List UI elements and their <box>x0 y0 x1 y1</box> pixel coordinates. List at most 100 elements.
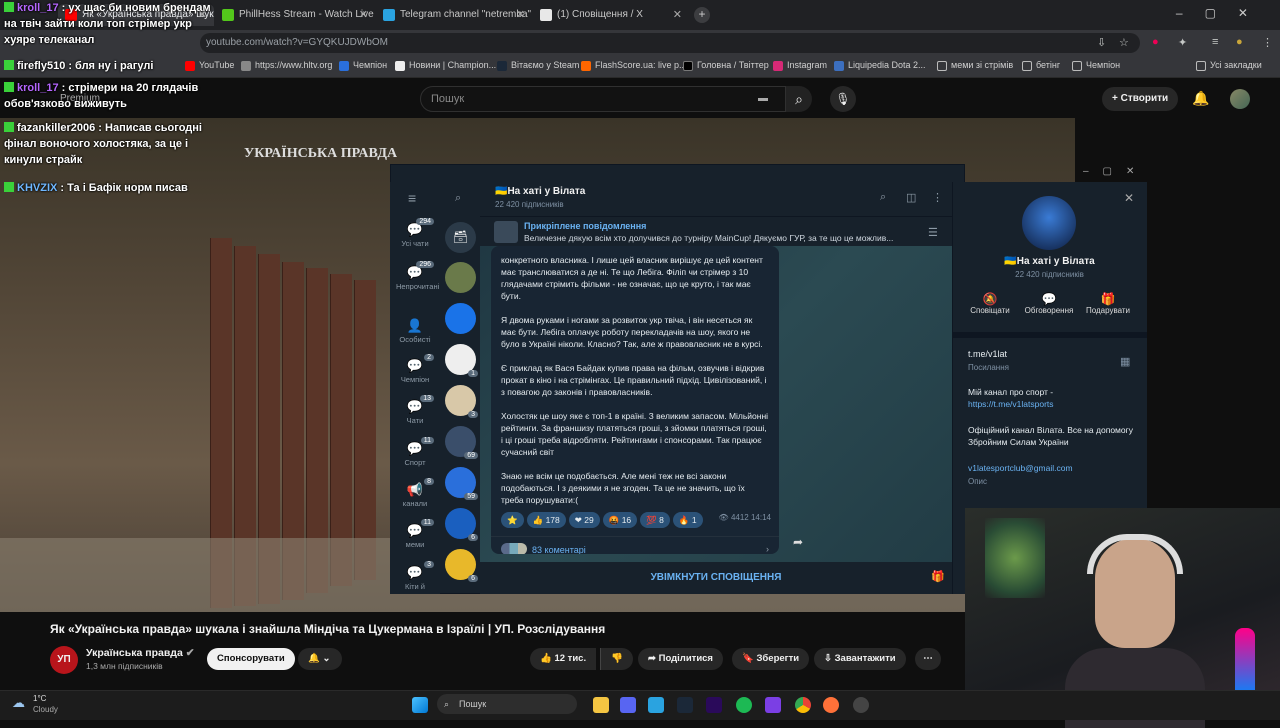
sponsor-button[interactable]: Спонсорувати <box>207 648 295 670</box>
avatar[interactable] <box>1230 89 1250 109</box>
reaction[interactable]: 🤬 16 <box>602 512 638 528</box>
chat-avatar[interactable]: 6 <box>445 508 478 541</box>
channel-link[interactable]: t.me/v1lat <box>968 349 1007 359</box>
search-input[interactable]: Пошук <box>420 86 786 112</box>
more-icon[interactable]: ⋮ <box>1262 36 1273 49</box>
bookmark[interactable]: https://www.hltv.org <box>241 60 332 71</box>
app-icon[interactable] <box>765 697 781 713</box>
notify-button[interactable]: 🔕 Сповіщати <box>965 292 1015 315</box>
bookmark[interactable]: Вітаємо у Steam <box>497 60 579 71</box>
firefox-icon[interactable] <box>823 697 839 713</box>
window-controls[interactable]: –▢✕ <box>1176 6 1270 20</box>
chat-avatar[interactable]: 3 <box>445 385 478 418</box>
folder-chats[interactable]: 💬 Чати 13 <box>396 395 434 425</box>
reaction[interactable]: 👍 178 <box>526 512 566 528</box>
premiere-icon[interactable] <box>706 697 722 713</box>
about-link[interactable]: https://t.me/v1latsports <box>968 399 1054 409</box>
share-button[interactable]: ➦ Поділитися <box>638 648 723 670</box>
tab-x[interactable]: (1) Сповіщення / X ✕ <box>533 4 689 26</box>
spotify-icon[interactable] <box>736 697 752 713</box>
extension-icon[interactable]: ● <box>1152 36 1159 48</box>
folder-sport[interactable]: 💬 Спорт 11 <box>396 437 434 467</box>
file-explorer-icon[interactable] <box>593 697 609 713</box>
profile-icon[interactable]: ● <box>1236 36 1243 48</box>
bookmark-folder[interactable]: Чемпіон <box>1072 60 1120 71</box>
folder-all-chats[interactable]: 💬 Усі чати 294 <box>396 218 434 248</box>
chat-avatar[interactable]: 1 <box>445 344 478 377</box>
bookmark[interactable]: Чемпіон <box>339 60 387 71</box>
tab-twitch[interactable]: PhillHess Stream - Watch Live ✕ <box>215 4 375 26</box>
reaction[interactable]: 💯 8 <box>640 512 670 528</box>
gift-button[interactable]: 🎁 Подарувати <box>1083 292 1133 315</box>
folder-channels[interactable]: 📢 канали 8 <box>396 478 434 508</box>
bookmark[interactable]: FlashScore.ua: live р... <box>581 60 687 71</box>
new-tab-button[interactable]: + <box>694 7 710 23</box>
weather-icon[interactable]: ☁ <box>12 695 25 711</box>
puzzle-icon[interactable]: ✦ <box>1178 36 1187 49</box>
channel-name[interactable]: Українська правда ✔ <box>86 647 195 659</box>
chat-avatar[interactable]: 59 <box>445 467 478 500</box>
sidebar-toggle-icon[interactable]: ◫ <box>906 191 916 204</box>
close-icon[interactable]: ✕ <box>359 4 368 26</box>
windows-start-icon[interactable] <box>412 697 428 713</box>
chat-avatar[interactable]: 69 <box>445 426 478 459</box>
archive-icon[interactable]: 🗃 <box>445 222 476 253</box>
menu-list-icon[interactable]: ≡ <box>1212 36 1218 48</box>
all-bookmarks[interactable]: Усі закладки <box>1196 60 1262 71</box>
reaction[interactable]: ⭐ <box>501 512 524 528</box>
bookmark[interactable]: Новини | Champion... <box>395 60 496 71</box>
forward-icon[interactable]: ➦ <box>793 535 803 549</box>
obs-icon[interactable] <box>853 697 869 713</box>
install-icon[interactable]: ⇩ <box>1097 36 1106 49</box>
reaction[interactable]: 🔥 1 <box>672 512 703 528</box>
folder-personal[interactable]: 👤 Особисті <box>396 318 434 344</box>
channel-post[interactable]: конкретного власника. І лише цей власник… <box>491 246 779 554</box>
subscribe-bell-button[interactable]: 🔔 ⌄ <box>298 648 342 670</box>
more-icon[interactable]: ⋯ <box>915 648 941 670</box>
hamburger-icon[interactable]: ≡ <box>408 190 416 206</box>
folder-unread[interactable]: 💬 Непрочитані 296 <box>396 261 439 291</box>
chrome-icon[interactable] <box>795 697 811 713</box>
close-icon[interactable]: ✕ <box>1124 191 1134 205</box>
bookmark[interactable]: Instagram <box>773 60 827 71</box>
download-button[interactable]: ⇩ Завантажити <box>814 648 906 670</box>
taskbar-search[interactable]: ⌕ Пошук <box>437 694 577 714</box>
star-icon[interactable]: ☆ <box>1119 36 1129 49</box>
chat-avatar[interactable] <box>445 303 476 334</box>
folder-memes[interactable]: 💬 меми 11 <box>396 519 434 549</box>
discord-icon[interactable] <box>620 697 636 713</box>
email-link[interactable]: v1latesportclub@gmail.com <box>968 463 1073 473</box>
chat-title[interactable]: 🇺🇦На хаті у Вілата <box>495 186 585 197</box>
chat-avatar[interactable]: 6 <box>445 549 478 582</box>
search-icon[interactable]: ⌕ <box>880 191 886 204</box>
gift-icon[interactable]: 🎁 <box>931 570 945 583</box>
notifications-bell-icon[interactable]: 🔔 <box>1192 90 1209 107</box>
dislike-button[interactable]: 👎 <box>600 648 633 670</box>
chat-avatar[interactable] <box>445 262 476 293</box>
bookmark[interactable]: Головна / Твіттер <box>683 60 769 71</box>
qr-icon[interactable]: ▦ <box>1120 355 1130 368</box>
close-icon[interactable]: ✕ <box>673 4 682 26</box>
search-button[interactable]: ⌕ <box>786 86 812 112</box>
channel-avatar[interactable]: УП <box>50 646 78 674</box>
bookmark-folder[interactable]: бетінг <box>1022 60 1060 71</box>
bookmark[interactable]: Liquipedia Dota 2... <box>834 60 926 71</box>
address-bar[interactable]: youtube.com/watch?v=GYQKUJDWbOM <box>200 33 1140 53</box>
folder-cats[interactable]: 💬 Кіти й3 <box>396 561 434 591</box>
more-icon[interactable]: ⋮ <box>932 191 943 204</box>
save-button[interactable]: 🔖 Зберегти <box>732 648 810 670</box>
like-button[interactable]: 👍 12 тис. <box>530 648 597 670</box>
telegram-icon[interactable] <box>648 697 664 713</box>
discussion-button[interactable]: 💬 Обговорення <box>1022 292 1076 315</box>
folder-champion[interactable]: 💬 Чемпіон 2 <box>396 354 434 384</box>
keyboard-icon[interactable]: ▬ <box>758 93 768 104</box>
close-icon[interactable]: ✕ <box>516 4 525 26</box>
telegram-window-controls[interactable]: –▢✕ <box>1083 166 1148 177</box>
steam-icon[interactable] <box>677 697 693 713</box>
bookmark-folder[interactable]: меми зі стрімів <box>937 60 1013 71</box>
create-button[interactable]: + Створити <box>1102 87 1179 111</box>
comments-link[interactable]: 83 коментарі › <box>491 536 779 554</box>
tab-telegram[interactable]: Telegram channel "netremba" ✕ <box>376 4 532 26</box>
reaction[interactable]: ❤ 29 <box>568 512 600 528</box>
search-icon[interactable]: ⌕ <box>455 192 461 205</box>
